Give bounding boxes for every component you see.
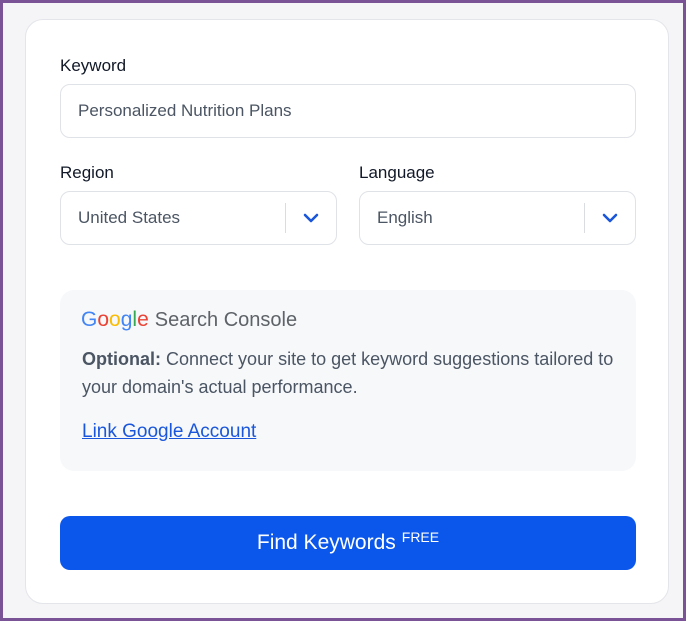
google-letter: o — [109, 308, 121, 331]
search-console-panel: Google Search Console Optional: Connect … — [60, 290, 636, 471]
keyword-input-value: Personalized Nutrition Plans — [78, 101, 292, 120]
chevron-down-icon[interactable] — [585, 192, 635, 244]
google-search-console-logo: Google Search Console — [81, 308, 297, 332]
google-wordmark: Google — [81, 308, 149, 332]
google-letter: e — [137, 308, 149, 331]
search-console-description: Optional: Connect your site to get keywo… — [82, 345, 622, 401]
language-select-value: English — [377, 208, 433, 227]
chevron-down-icon[interactable] — [286, 192, 336, 244]
search-console-wordmark: Search Console — [154, 309, 298, 331]
link-google-account-link[interactable]: Link Google Account — [82, 421, 256, 443]
keyword-search-card: Keyword Personalized Nutrition Plans Reg… — [25, 19, 669, 604]
google-letter: G — [81, 308, 98, 331]
keyword-label: Keyword — [60, 56, 127, 75]
language-label: Language — [359, 163, 435, 182]
language-select[interactable]: English — [359, 191, 636, 245]
google-letter: g — [120, 308, 133, 331]
optional-label: Optional: — [82, 349, 161, 369]
free-badge: FREE — [401, 529, 440, 545]
find-keywords-button[interactable]: Find Keywords FREE — [60, 516, 636, 570]
find-keywords-label: Find Keywords — [256, 531, 396, 554]
region-select[interactable]: United States — [60, 191, 337, 245]
window-frame: Keyword Personalized Nutrition Plans Reg… — [0, 0, 686, 621]
region-label: Region — [60, 163, 114, 182]
region-select-value: United States — [78, 208, 181, 227]
keyword-input[interactable]: Personalized Nutrition Plans — [60, 84, 636, 138]
google-letter: o — [97, 308, 110, 331]
description-text: Connect your site to get keyword suggest… — [82, 349, 614, 397]
